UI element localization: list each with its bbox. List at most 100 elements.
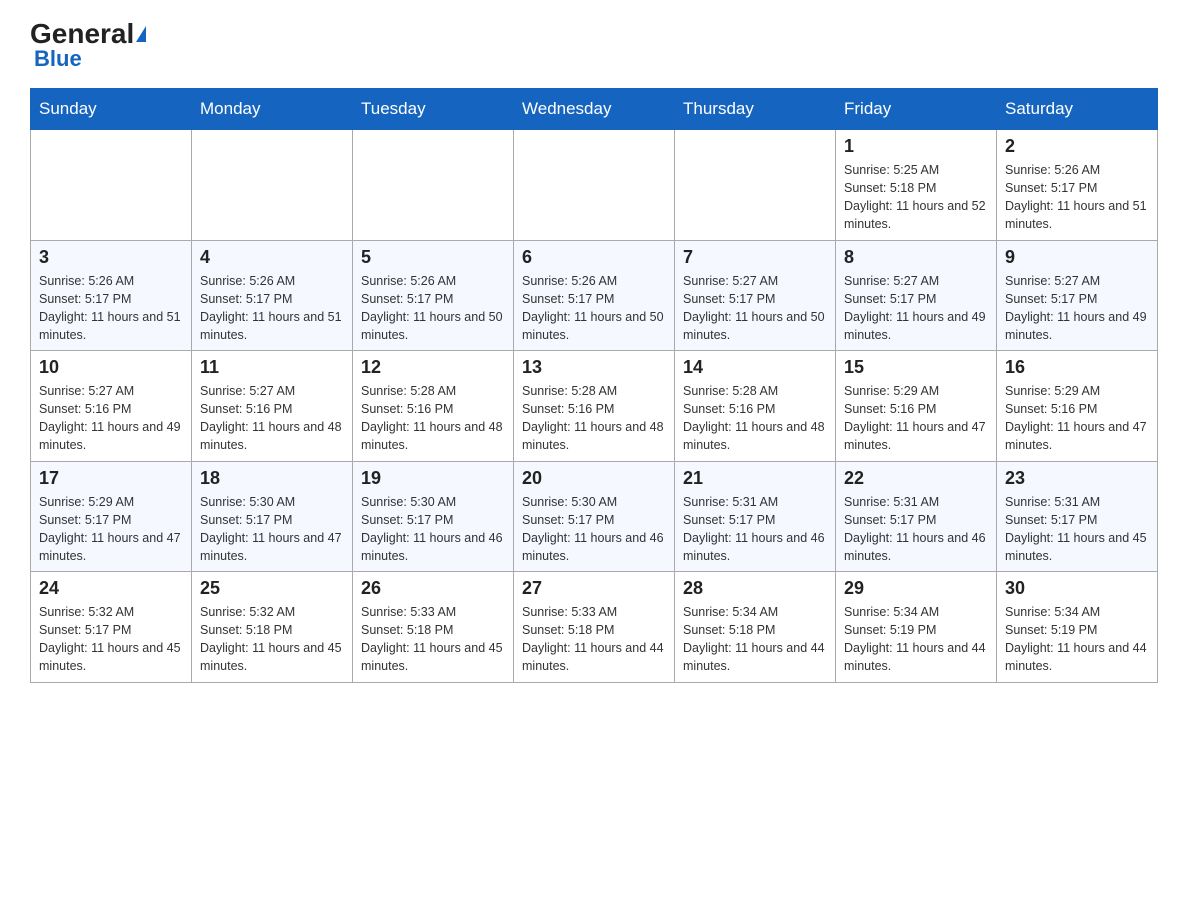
page-header: General Blue [30,20,1158,72]
calendar-cell: 23 Sunrise: 5:31 AMSunset: 5:17 PMDaylig… [997,461,1158,572]
sun-info: Sunrise: 5:27 AMSunset: 5:16 PMDaylight:… [39,384,181,452]
sun-info: Sunrise: 5:26 AMSunset: 5:17 PMDaylight:… [1005,163,1147,231]
calendar-cell: 29 Sunrise: 5:34 AMSunset: 5:19 PMDaylig… [836,572,997,683]
sun-info: Sunrise: 5:26 AMSunset: 5:17 PMDaylight:… [522,274,664,342]
day-number: 13 [522,357,666,378]
sun-info: Sunrise: 5:27 AMSunset: 5:17 PMDaylight:… [1005,274,1147,342]
day-number: 1 [844,136,988,157]
sun-info: Sunrise: 5:34 AMSunset: 5:18 PMDaylight:… [683,605,825,673]
sun-info: Sunrise: 5:27 AMSunset: 5:17 PMDaylight:… [844,274,986,342]
calendar-cell: 16 Sunrise: 5:29 AMSunset: 5:16 PMDaylig… [997,351,1158,462]
day-number: 12 [361,357,505,378]
day-number: 18 [200,468,344,489]
calendar-cell: 5 Sunrise: 5:26 AMSunset: 5:17 PMDayligh… [353,240,514,351]
day-number: 6 [522,247,666,268]
calendar-cell: 28 Sunrise: 5:34 AMSunset: 5:18 PMDaylig… [675,572,836,683]
calendar-cell [192,130,353,241]
calendar-header-saturday: Saturday [997,89,1158,130]
day-number: 8 [844,247,988,268]
day-number: 29 [844,578,988,599]
calendar-week-row: 10 Sunrise: 5:27 AMSunset: 5:16 PMDaylig… [31,351,1158,462]
sun-info: Sunrise: 5:30 AMSunset: 5:17 PMDaylight:… [522,495,664,563]
day-number: 21 [683,468,827,489]
sun-info: Sunrise: 5:31 AMSunset: 5:17 PMDaylight:… [683,495,825,563]
calendar-cell [353,130,514,241]
calendar-header-friday: Friday [836,89,997,130]
calendar-cell: 17 Sunrise: 5:29 AMSunset: 5:17 PMDaylig… [31,461,192,572]
sun-info: Sunrise: 5:31 AMSunset: 5:17 PMDaylight:… [844,495,986,563]
day-number: 2 [1005,136,1149,157]
day-number: 5 [361,247,505,268]
calendar-cell: 18 Sunrise: 5:30 AMSunset: 5:17 PMDaylig… [192,461,353,572]
sun-info: Sunrise: 5:34 AMSunset: 5:19 PMDaylight:… [1005,605,1147,673]
calendar-cell: 14 Sunrise: 5:28 AMSunset: 5:16 PMDaylig… [675,351,836,462]
day-number: 25 [200,578,344,599]
sun-info: Sunrise: 5:26 AMSunset: 5:17 PMDaylight:… [200,274,342,342]
calendar-cell: 21 Sunrise: 5:31 AMSunset: 5:17 PMDaylig… [675,461,836,572]
calendar-cell: 12 Sunrise: 5:28 AMSunset: 5:16 PMDaylig… [353,351,514,462]
day-number: 28 [683,578,827,599]
calendar-cell: 22 Sunrise: 5:31 AMSunset: 5:17 PMDaylig… [836,461,997,572]
calendar-cell: 25 Sunrise: 5:32 AMSunset: 5:18 PMDaylig… [192,572,353,683]
calendar-header-tuesday: Tuesday [353,89,514,130]
sun-info: Sunrise: 5:26 AMSunset: 5:17 PMDaylight:… [361,274,503,342]
calendar-cell: 4 Sunrise: 5:26 AMSunset: 5:17 PMDayligh… [192,240,353,351]
calendar-cell: 8 Sunrise: 5:27 AMSunset: 5:17 PMDayligh… [836,240,997,351]
calendar-cell: 3 Sunrise: 5:26 AMSunset: 5:17 PMDayligh… [31,240,192,351]
calendar-cell: 30 Sunrise: 5:34 AMSunset: 5:19 PMDaylig… [997,572,1158,683]
sun-info: Sunrise: 5:27 AMSunset: 5:17 PMDaylight:… [683,274,825,342]
calendar-cell: 2 Sunrise: 5:26 AMSunset: 5:17 PMDayligh… [997,130,1158,241]
sun-info: Sunrise: 5:25 AMSunset: 5:18 PMDaylight:… [844,163,986,231]
day-number: 4 [200,247,344,268]
calendar-header-thursday: Thursday [675,89,836,130]
day-number: 11 [200,357,344,378]
sun-info: Sunrise: 5:33 AMSunset: 5:18 PMDaylight:… [522,605,664,673]
calendar-cell: 11 Sunrise: 5:27 AMSunset: 5:16 PMDaylig… [192,351,353,462]
calendar-week-row: 3 Sunrise: 5:26 AMSunset: 5:17 PMDayligh… [31,240,1158,351]
logo-general-text: General [30,20,134,48]
calendar-cell: 20 Sunrise: 5:30 AMSunset: 5:17 PMDaylig… [514,461,675,572]
calendar-header-sunday: Sunday [31,89,192,130]
sun-info: Sunrise: 5:32 AMSunset: 5:17 PMDaylight:… [39,605,181,673]
calendar-cell: 6 Sunrise: 5:26 AMSunset: 5:17 PMDayligh… [514,240,675,351]
day-number: 7 [683,247,827,268]
day-number: 27 [522,578,666,599]
day-number: 17 [39,468,183,489]
calendar-cell: 27 Sunrise: 5:33 AMSunset: 5:18 PMDaylig… [514,572,675,683]
sun-info: Sunrise: 5:33 AMSunset: 5:18 PMDaylight:… [361,605,503,673]
day-number: 10 [39,357,183,378]
calendar-cell: 9 Sunrise: 5:27 AMSunset: 5:17 PMDayligh… [997,240,1158,351]
calendar-cell [675,130,836,241]
day-number: 16 [1005,357,1149,378]
calendar-cell: 26 Sunrise: 5:33 AMSunset: 5:18 PMDaylig… [353,572,514,683]
day-number: 20 [522,468,666,489]
calendar-cell [514,130,675,241]
calendar-week-row: 24 Sunrise: 5:32 AMSunset: 5:17 PMDaylig… [31,572,1158,683]
day-number: 15 [844,357,988,378]
sun-info: Sunrise: 5:29 AMSunset: 5:16 PMDaylight:… [844,384,986,452]
logo-blue-text: Blue [34,46,82,72]
sun-info: Sunrise: 5:34 AMSunset: 5:19 PMDaylight:… [844,605,986,673]
calendar-header-row: SundayMondayTuesdayWednesdayThursdayFrid… [31,89,1158,130]
day-number: 14 [683,357,827,378]
day-number: 23 [1005,468,1149,489]
calendar-cell: 1 Sunrise: 5:25 AMSunset: 5:18 PMDayligh… [836,130,997,241]
calendar-cell: 13 Sunrise: 5:28 AMSunset: 5:16 PMDaylig… [514,351,675,462]
calendar-table: SundayMondayTuesdayWednesdayThursdayFrid… [30,88,1158,683]
calendar-cell: 19 Sunrise: 5:30 AMSunset: 5:17 PMDaylig… [353,461,514,572]
calendar-header-wednesday: Wednesday [514,89,675,130]
day-number: 19 [361,468,505,489]
sun-info: Sunrise: 5:31 AMSunset: 5:17 PMDaylight:… [1005,495,1147,563]
calendar-cell: 15 Sunrise: 5:29 AMSunset: 5:16 PMDaylig… [836,351,997,462]
sun-info: Sunrise: 5:28 AMSunset: 5:16 PMDaylight:… [683,384,825,452]
day-number: 24 [39,578,183,599]
sun-info: Sunrise: 5:28 AMSunset: 5:16 PMDaylight:… [522,384,664,452]
sun-info: Sunrise: 5:26 AMSunset: 5:17 PMDaylight:… [39,274,181,342]
sun-info: Sunrise: 5:29 AMSunset: 5:17 PMDaylight:… [39,495,181,563]
sun-info: Sunrise: 5:29 AMSunset: 5:16 PMDaylight:… [1005,384,1147,452]
calendar-cell: 10 Sunrise: 5:27 AMSunset: 5:16 PMDaylig… [31,351,192,462]
logo: General Blue [30,20,146,72]
calendar-week-row: 1 Sunrise: 5:25 AMSunset: 5:18 PMDayligh… [31,130,1158,241]
day-number: 26 [361,578,505,599]
calendar-header-monday: Monday [192,89,353,130]
